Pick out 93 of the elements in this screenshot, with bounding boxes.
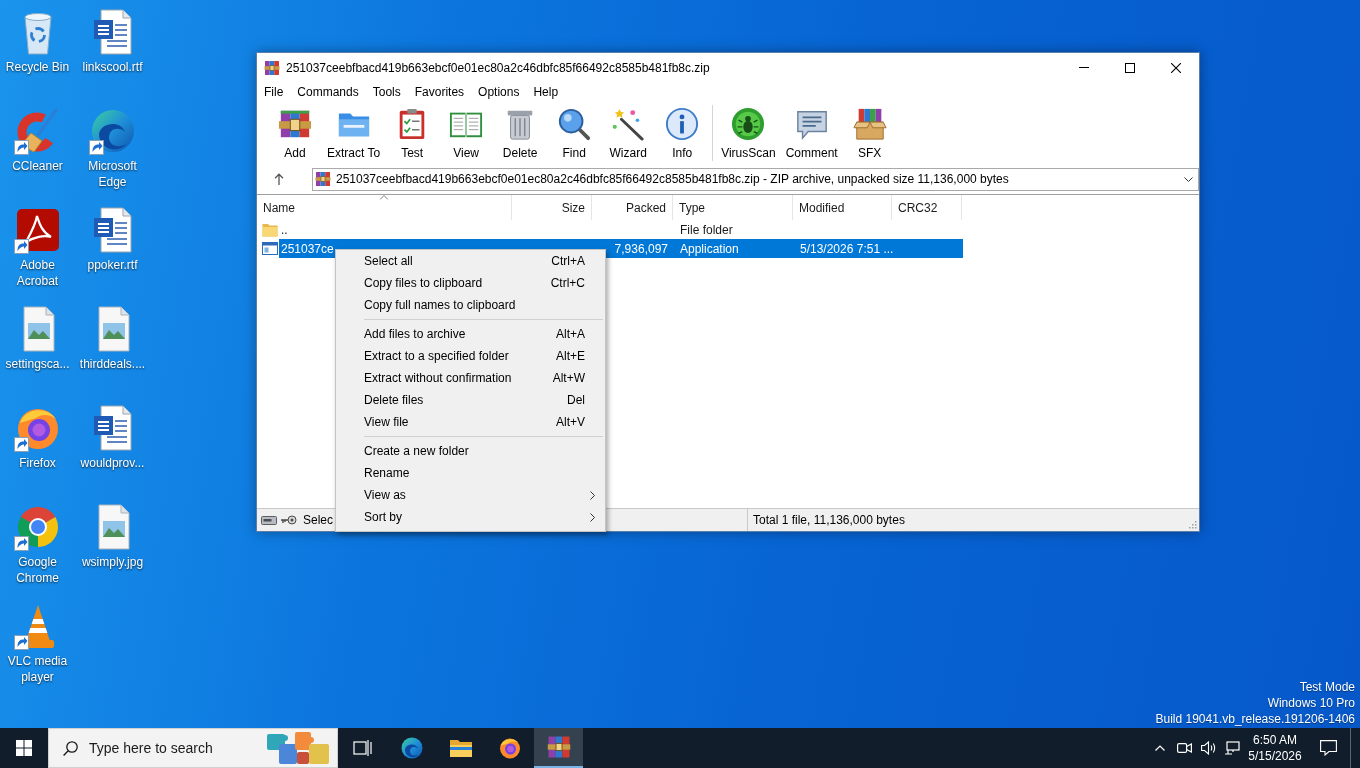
menu-item[interactable]: Tools — [365, 82, 408, 102]
key-icon — [280, 515, 297, 525]
desktop-icon-label[interactable]: ppoker.rtf — [86, 257, 139, 273]
search-icon — [557, 107, 592, 141]
camera-icon — [1176, 743, 1192, 753]
table-cell-text: File folder — [680, 221, 733, 239]
box-icon — [852, 107, 887, 141]
os-build-text: Windows 10 Pro — [1267, 695, 1355, 711]
search-bar[interactable]: Type here to search — [48, 728, 338, 768]
menu-item[interactable]: Options — [471, 82, 527, 102]
menu-item[interactable]: Extract to a specified folder Alt+E — [336, 345, 605, 367]
find-button[interactable]: Find — [549, 105, 600, 161]
shortcut-text: Alt+V — [556, 414, 586, 431]
task-view-icon — [352, 739, 373, 757]
notification-icon — [1319, 740, 1337, 756]
address-combobox[interactable]: 251037ceebfbacd419b663ebcf0e01ec80a2c46dbfc85f66492c8585b481fb8c.zip - ZIP archive, unpacked size 11,136,000 bytes — [312, 167, 1199, 191]
status-text: Total 1 file, 11,136,000 bytes — [753, 512, 905, 529]
menu-item[interactable]: Delete files Del — [336, 389, 605, 411]
windows-logo-icon — [16, 740, 32, 756]
window-title: 251037ceebfbacd419b663ebcf0e01ec80a2c46dbfc85f66492c8585b481fb8c.zip — [286, 59, 710, 77]
menu-item[interactable]: Copy files to clipboard Ctrl+C — [336, 272, 605, 294]
shortcut-text: Alt+W — [552, 370, 586, 387]
resize-grip-icon — [1187, 519, 1197, 529]
app-logo-icon — [315, 171, 331, 187]
browser-app-icon — [399, 736, 424, 760]
desktop-icon-label[interactable]: Google Chrome — [0, 554, 75, 586]
sfx-button[interactable]: SFX — [844, 105, 895, 161]
extract-to-button[interactable]: Extract To — [324, 105, 384, 161]
virus-scan-button[interactable]: VirusScan — [718, 105, 779, 161]
menu-item[interactable]: Help — [526, 82, 566, 102]
desktop-icon-label[interactable]: thirddeals.... — [78, 356, 147, 372]
speaker-icon — [1200, 741, 1216, 755]
view-button[interactable]: View — [441, 105, 492, 161]
comment-button[interactable]: Comment — [782, 105, 841, 161]
taskbar-app-button[interactable] — [534, 728, 583, 768]
file-name-cell-text: 251037ce — [281, 240, 334, 258]
application-icon — [262, 242, 278, 255]
table-cell-text: 7,936,097 — [614, 240, 668, 258]
desktop-icon-label[interactable]: VLC media player — [0, 653, 75, 685]
shortcut-text: Alt+E — [556, 348, 586, 365]
desktop-icon-label[interactable]: wsimply.jpg — [80, 554, 145, 570]
desktop-icon-label[interactable]: wouldprov... — [79, 455, 146, 471]
os-build-text: Test Mode — [1299, 679, 1355, 695]
app-logo-icon — [264, 59, 280, 76]
folder-icon — [262, 222, 278, 237]
test-button[interactable]: Test — [387, 105, 438, 161]
up-arrow-icon — [274, 173, 284, 185]
menu-item[interactable]: Favorites — [407, 82, 472, 102]
menu-item[interactable]: Sort by — [336, 506, 605, 528]
clock-date[interactable]: 5/15/2026 — [1248, 748, 1302, 764]
shortcut-text: Del — [567, 392, 586, 409]
menu-item[interactable]: Add files to archive Alt+A — [336, 323, 605, 345]
maximize-icon — [1125, 62, 1135, 73]
folder-icon — [448, 738, 473, 758]
menu-item[interactable]: Extract without confirmation Alt+W — [336, 367, 605, 389]
menu-item[interactable]: Create a new folder — [336, 440, 605, 462]
menu-item[interactable]: Rename — [336, 462, 605, 484]
os-build-text: Build 19041.vb_release.191206-1406 — [1155, 711, 1355, 727]
info-button[interactable]: Info — [657, 105, 708, 161]
puzzle-illustration — [265, 730, 331, 766]
wizard-button[interactable]: Wizard — [603, 105, 654, 161]
file-name-cell-text: .. — [281, 221, 288, 239]
minimize-icon — [1079, 67, 1089, 68]
table-cell-text: Application — [680, 240, 739, 258]
desktop-icon-label[interactable]: linkscool.rtf — [81, 59, 144, 75]
menu-item[interactable]: Commands — [290, 82, 366, 102]
magic-wand-icon — [611, 107, 646, 141]
network-icon — [1224, 741, 1240, 755]
clock-time[interactable]: 6:50 AM — [1253, 732, 1297, 748]
browser-app-icon — [497, 736, 522, 760]
status-text: Selec — [303, 512, 334, 529]
bug-icon — [731, 107, 766, 141]
desktop-icon-label[interactable]: Firefox — [18, 455, 57, 471]
close-icon — [1171, 62, 1181, 73]
desktop-icon-label[interactable]: Microsoft Edge — [75, 158, 150, 190]
shortcut-text: Alt+A — [556, 326, 586, 343]
info-icon — [665, 107, 700, 141]
chevron-up-icon — [1155, 745, 1165, 751]
menu-item[interactable]: View file Alt+V — [336, 411, 605, 433]
search-icon — [63, 740, 78, 756]
app-logo-icon — [546, 735, 571, 759]
add-button[interactable]: Add — [270, 105, 320, 161]
pdf-app-icon[interactable] — [13, 206, 62, 254]
shortcut-text: Ctrl+C — [550, 275, 586, 292]
browser-app-icon[interactable] — [88, 107, 137, 155]
menu-item[interactable]: File — [257, 82, 291, 102]
delete-button[interactable]: Delete — [495, 105, 546, 161]
menu-item[interactable]: Copy full names to clipboard — [336, 294, 605, 316]
dropdown-caret-icon — [1184, 176, 1193, 182]
menu-item[interactable]: View as — [336, 484, 605, 506]
drive-icon — [261, 515, 277, 525]
search-field[interactable]: Type here to search — [89, 737, 249, 759]
table-cell-text: 5/13/2026 7:51 ... — [800, 240, 894, 258]
